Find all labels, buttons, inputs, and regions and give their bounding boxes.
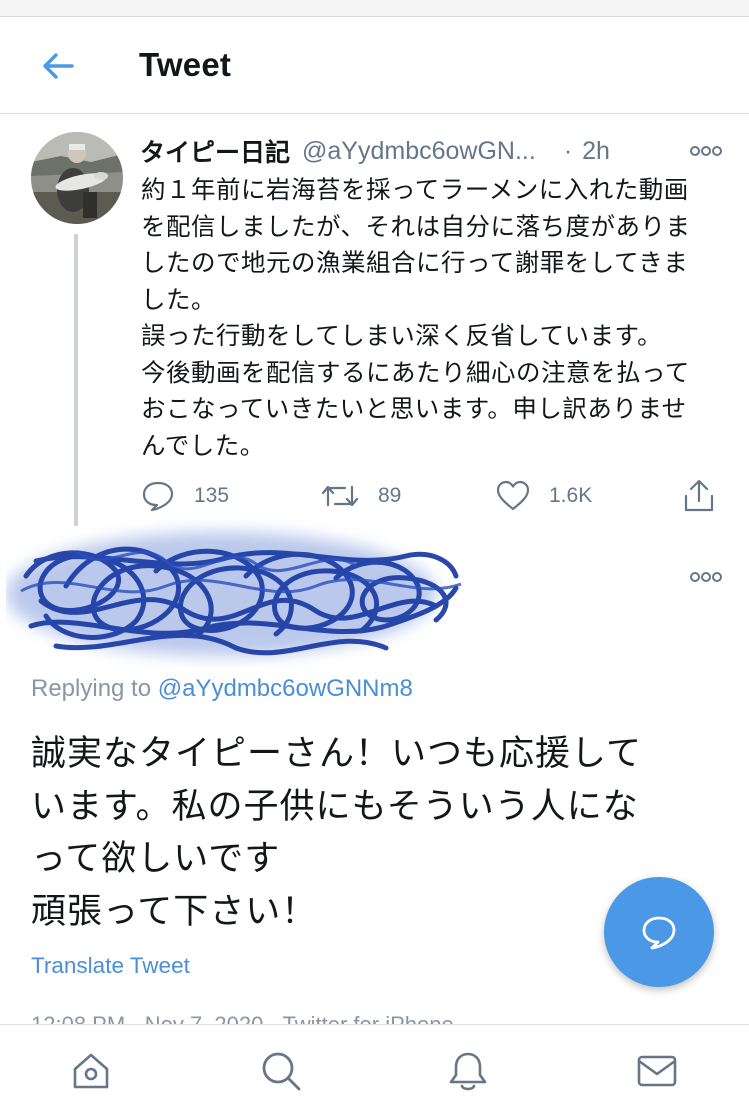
share-icon — [684, 479, 714, 512]
retweet-icon — [321, 485, 359, 507]
status-strip — [0, 0, 749, 17]
comment-icon — [142, 481, 174, 512]
separator-dot: · — [563, 136, 573, 165]
nav-search[interactable] — [257, 1047, 305, 1095]
avatar[interactable] — [31, 132, 123, 224]
retweet-count: 89 — [378, 484, 402, 507]
bottom-navigation — [0, 1024, 749, 1118]
tweet-time[interactable]: 2h — [582, 137, 610, 166]
more-horizontal-icon — [690, 572, 722, 582]
like-button[interactable]: 1.6K — [495, 476, 592, 516]
back-button[interactable] — [30, 40, 86, 92]
top-bar: Tweet — [0, 18, 749, 114]
mail-icon — [637, 1055, 677, 1087]
search-icon — [262, 1052, 301, 1091]
replying-to-mention[interactable]: @aYydmbc6owGNNm8 — [158, 675, 413, 702]
tweet-header: タイピー日記 @aYydmbc6owGN... · 2h — [140, 134, 740, 168]
reply-button[interactable]: 135 — [140, 476, 229, 516]
like-count: 1.6K — [549, 484, 593, 507]
nav-notifications[interactable] — [444, 1047, 492, 1095]
nav-home[interactable] — [67, 1047, 115, 1095]
thread-line — [74, 234, 78, 526]
reply-more-button[interactable] — [688, 566, 724, 588]
translate-tweet-link[interactable]: Translate Tweet — [31, 953, 190, 979]
share-button[interactable] — [682, 476, 716, 516]
tweet-actions: 135 89 1.6K — [140, 476, 730, 516]
bell-icon — [449, 1052, 487, 1091]
tweet-timestamp-partial: 12:08 PM · Nov 7, 2020 · Twitter for iPh… — [31, 1012, 454, 1025]
arrow-left-icon — [43, 53, 74, 79]
nav-messages[interactable] — [633, 1047, 681, 1095]
replying-to: Replying to @aYydmbc6owGNNm8 — [31, 675, 413, 703]
reply-compose-button[interactable] — [604, 877, 714, 987]
author-name[interactable]: タイピー日記 — [140, 133, 290, 169]
retweet-button[interactable]: 89 — [320, 476, 401, 516]
reply-compose-icon — [642, 916, 676, 950]
page-title: Tweet — [139, 46, 232, 83]
reply-count: 135 — [194, 484, 230, 507]
avatar-photo — [31, 132, 123, 224]
tweet-more-button[interactable] — [688, 140, 724, 162]
home-icon — [73, 1053, 109, 1089]
more-horizontal-icon — [690, 146, 722, 156]
redaction-scribble — [6, 516, 468, 674]
tweet-text: 約１年前に岩海苔を採ってラーメンに入れた動画 を配信しましたが、それは自分に落ち… — [141, 177, 691, 460]
heart-icon — [496, 480, 530, 511]
replying-prefix: Replying to — [31, 675, 158, 702]
author-handle[interactable]: @aYydmbc6owGN... — [302, 137, 536, 166]
